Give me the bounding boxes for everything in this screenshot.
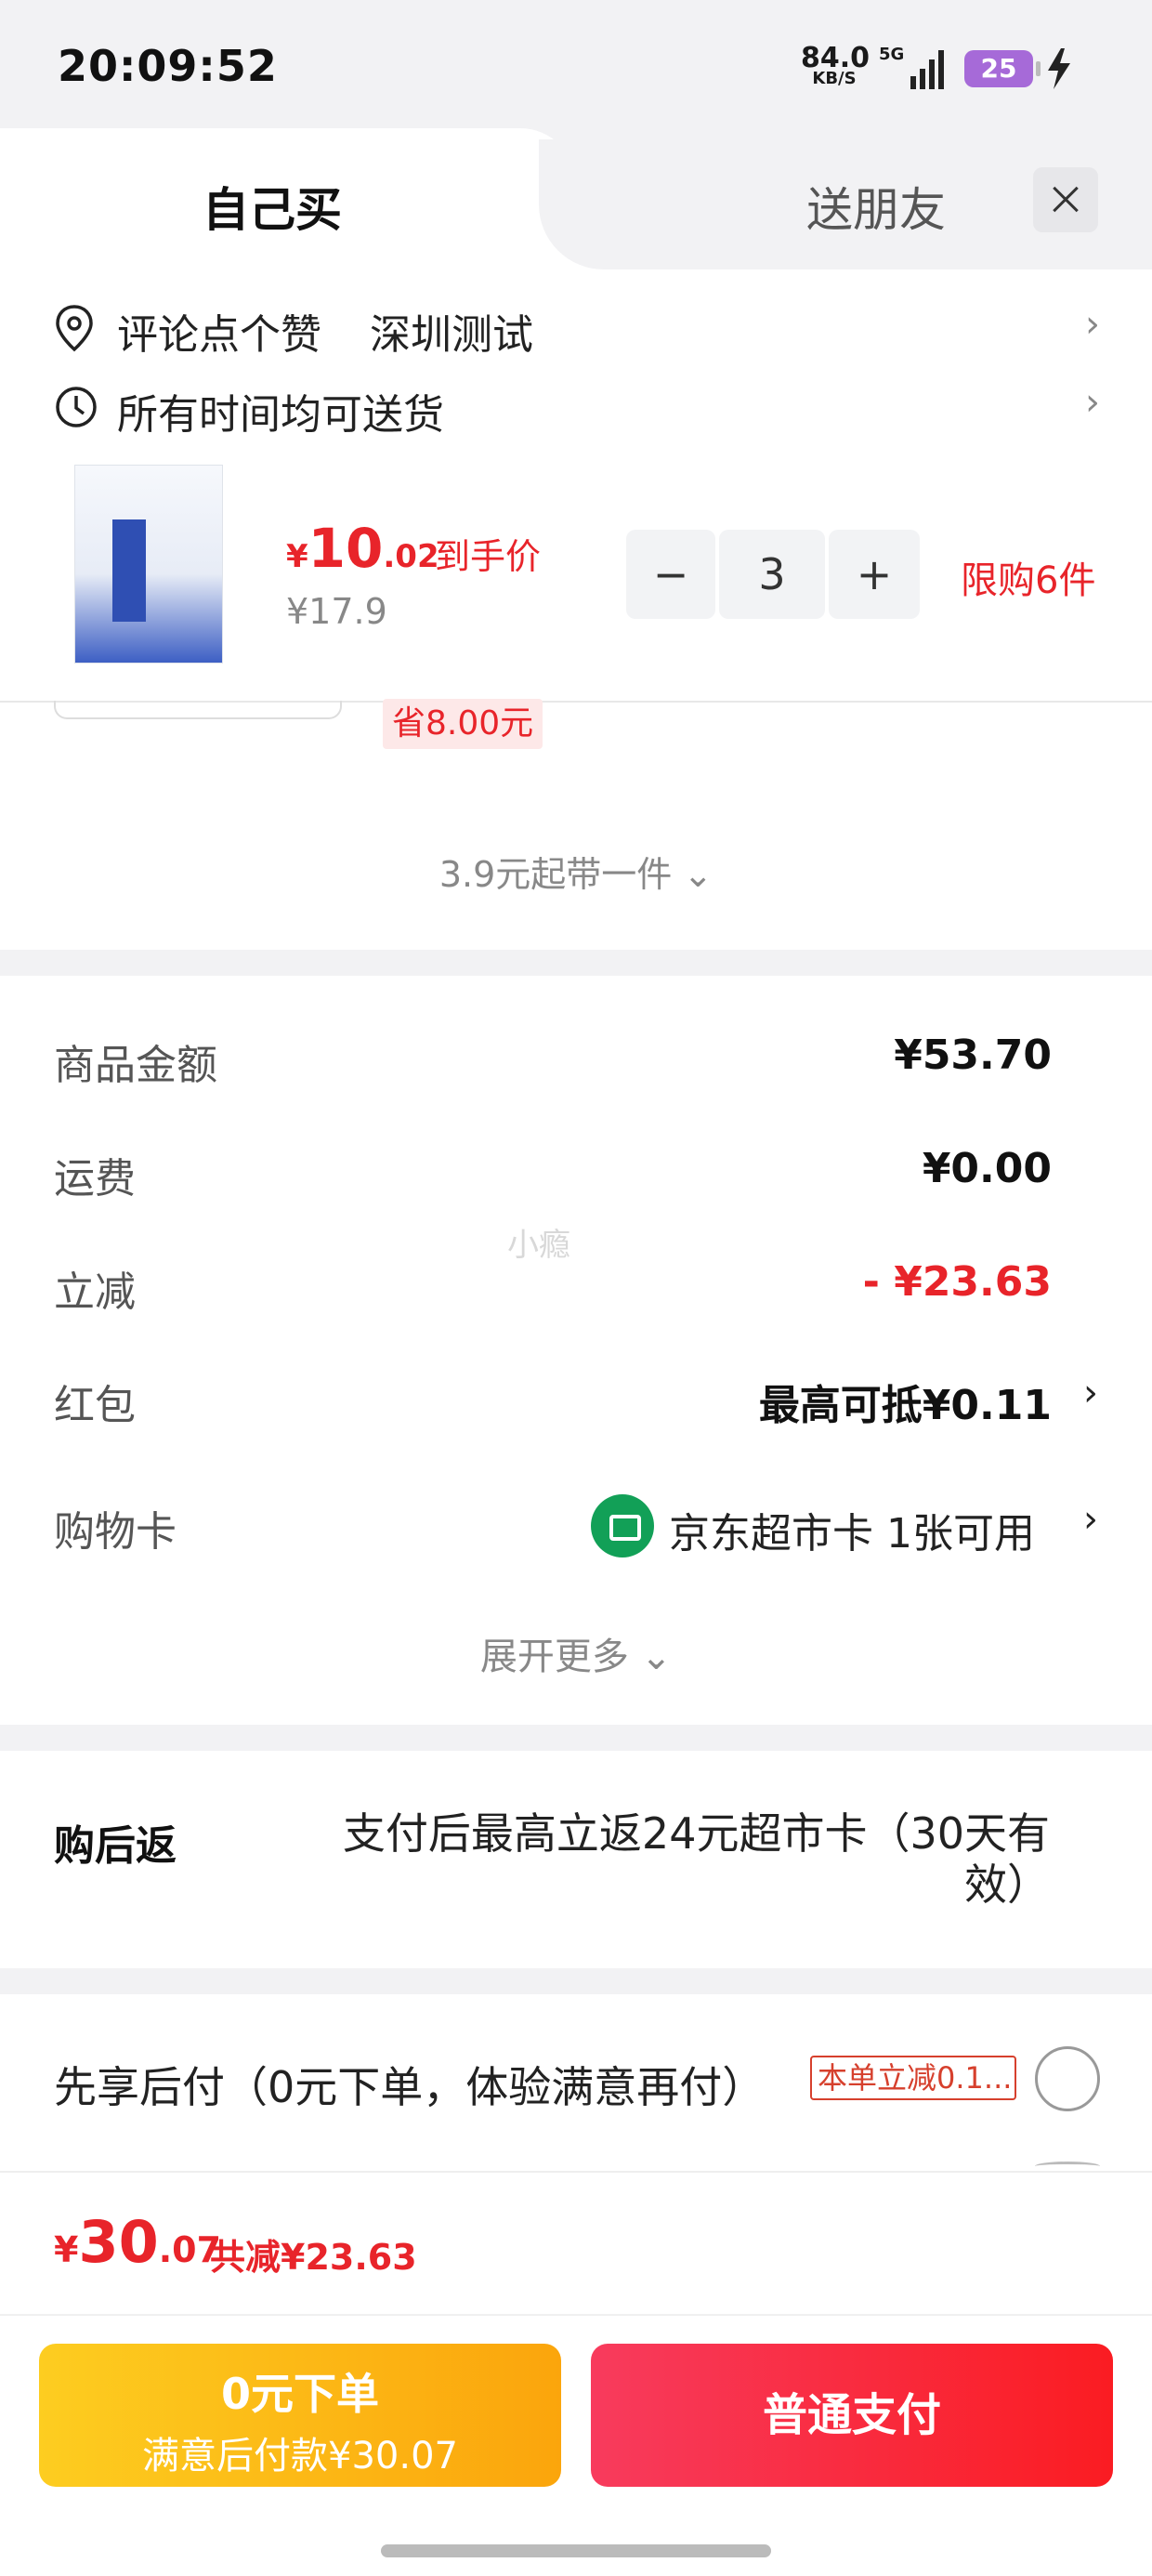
expand-more-label: 展开更多 (479, 1636, 629, 1678)
total-saved: 共减¥23.63 (210, 2237, 417, 2278)
price-decimal: .02 (383, 538, 439, 575)
discount-label: 立减 (54, 1268, 136, 1316)
gift-card-name: 京东超市卡 (669, 1510, 873, 1557)
quantity-value[interactable]: 3 (719, 530, 825, 619)
chevron-down-icon: ⌄ (683, 854, 713, 895)
section-gap (0, 1968, 1152, 1994)
product-image-band (112, 519, 146, 622)
decrease-quantity-button[interactable]: − (626, 530, 715, 619)
rebate-text: 支付后最高立返24元超市卡（30天有效） (342, 1808, 1050, 1911)
red-packet-chevron-icon: › (1083, 1372, 1098, 1414)
total-symbol: ¥ (54, 2229, 79, 2270)
shipping-label: 运费 (54, 1155, 136, 1203)
home-indicator[interactable] (381, 2544, 771, 2557)
section-gap (0, 1725, 1152, 1751)
address-city: 深圳测试 (370, 311, 533, 359)
pay-later-button-title: 0元下单 (220, 2369, 379, 2419)
tab-self-buy[interactable]: 自己买 (203, 173, 342, 240)
add-on-label: 3.9元起带一件 (439, 854, 673, 895)
pay-later-label: 先享后付（0元下单，体验满意再付） (54, 2062, 766, 2112)
red-packet-value: 最高可抵¥0.11 (758, 1382, 1052, 1429)
checkout-divider (0, 2314, 1152, 2316)
price-tag-label: 到手价 (435, 536, 542, 577)
status-time: 20:09:52 (58, 41, 278, 91)
price-integer: 10 (308, 517, 384, 580)
gift-card-value: 京东超市卡 1张可用 (669, 1500, 1035, 1559)
product-image[interactable] (74, 465, 223, 664)
battery-level: 25 (964, 50, 1041, 87)
goods-amount-label: 商品金额 (54, 1042, 217, 1089)
pay-later-button-subtitle: 满意后付款¥30.07 (142, 2435, 458, 2477)
section-gap (0, 950, 1152, 976)
close-button[interactable] (1033, 167, 1098, 232)
purchase-limit: 限购6件 (961, 559, 1096, 602)
rebate-label: 购后返 (54, 1822, 177, 1870)
product-price: ¥10.02 (286, 517, 439, 580)
chevron-down-icon: ⌄ (640, 1636, 673, 1678)
original-price: ¥17.9 (286, 591, 387, 632)
next-option-radio-partial (1035, 2162, 1100, 2171)
watermark-text: 小瘾 (507, 1227, 570, 1264)
address-chevron-icon: › (1085, 303, 1100, 346)
shipping-value: ¥0.00 (922, 1145, 1052, 1192)
price-symbol: ¥ (286, 538, 308, 575)
delivery-chevron-icon: › (1085, 381, 1100, 424)
network-type: 5G (879, 45, 905, 64)
add-on-link[interactable]: 3.9元起带一件 ⌄ (0, 846, 1152, 897)
status-bar: 20:09:52 84.0 KB/S 5G 25 (0, 0, 1152, 139)
pay-later-button[interactable]: 0元下单 满意后付款¥30.07 (39, 2344, 561, 2487)
gift-card-label: 购物卡 (54, 1508, 177, 1556)
clock-icon (56, 387, 97, 427)
net-speed: 84.0 KB/S (801, 45, 870, 87)
savings-badge: 省8.00元 (383, 699, 543, 749)
address-name: 评论点个赞 (117, 311, 321, 359)
red-packet-label: 红包 (54, 1382, 136, 1429)
quantity-stepper: − 3 + (626, 530, 920, 619)
charging-icon (1048, 48, 1070, 89)
discount-value: - ¥23.63 (862, 1258, 1052, 1306)
option-chip-partial (54, 701, 342, 719)
pay-later-radio[interactable] (1035, 2046, 1100, 2111)
location-pin-icon (56, 305, 93, 352)
normal-pay-button[interactable]: 普通支付 (591, 2344, 1113, 2487)
signal-icon (910, 50, 944, 89)
pay-later-discount-badge: 本单立减0.1... (810, 2056, 1016, 2100)
delivery-label: 所有时间均可送货 (117, 391, 444, 439)
tab-gift-friend[interactable]: 送朋友 (806, 173, 946, 240)
goods-amount-value: ¥53.70 (894, 1032, 1052, 1079)
total-integer: 30 (78, 2208, 159, 2276)
order-total: ¥30.07 (54, 2208, 221, 2276)
supermarket-card-icon (591, 1494, 654, 1557)
gift-card-count: 1张可用 (886, 1510, 1035, 1557)
increase-quantity-button[interactable]: + (829, 530, 920, 619)
expand-more-button[interactable]: 展开更多 ⌄ (0, 1626, 1152, 1680)
gift-card-chevron-icon: › (1083, 1498, 1098, 1541)
